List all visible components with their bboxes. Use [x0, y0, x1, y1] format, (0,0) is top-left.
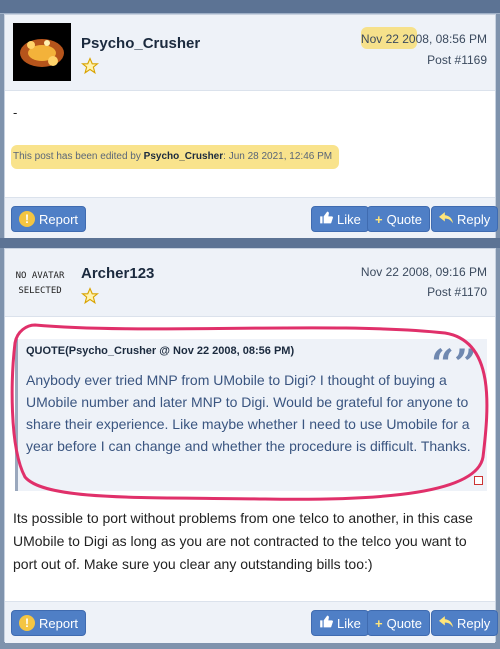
quote-label: Quote: [386, 211, 423, 227]
quote-label: Quote: [386, 615, 423, 631]
avatar[interactable]: [13, 23, 71, 81]
reply-text: Its possible to port without problems fr…: [13, 510, 473, 572]
thumbs-up-icon: [319, 615, 333, 631]
like-button[interactable]: Like: [311, 610, 369, 636]
like-label: Like: [337, 211, 361, 227]
edit-note-user[interactable]: Psycho_Crusher: [144, 151, 223, 162]
thumbs-up-icon: [319, 211, 333, 227]
post-header: Psycho_Crusher Nov 22 2008, 08:56 PM Pos…: [5, 15, 495, 91]
username[interactable]: Archer123: [81, 265, 154, 282]
post-date: Nov 22 2008, 09:16 PM: [360, 265, 487, 279]
reply-arrow-icon: [439, 615, 453, 631]
reply-arrow-icon: [439, 211, 453, 227]
avatar-text-line1: NO AVATAR: [15, 271, 65, 281]
post-divider: [0, 238, 500, 248]
quote-button[interactable]: + Quote: [367, 610, 431, 636]
star-icon: [80, 57, 100, 80]
post-footer: ! Report Like + Quote Reply: [5, 197, 499, 239]
plus-icon: +: [375, 211, 383, 227]
like-button[interactable]: Like: [311, 206, 369, 232]
username[interactable]: Psycho_Crusher: [81, 35, 200, 52]
edit-note-label: This post has been edited by: [13, 151, 141, 162]
reply-label: Reply: [457, 211, 491, 227]
edit-note: This post has been edited by Psycho_Crus…: [13, 151, 332, 162]
quote-button[interactable]: + Quote: [367, 206, 431, 232]
plus-icon: +: [375, 615, 383, 631]
post-1169: Psycho_Crusher Nov 22 2008, 08:56 PM Pos…: [4, 14, 499, 239]
post-number[interactable]: Post #1169: [427, 53, 487, 67]
post-header: NO AVATAR SELECTED Archer123 Nov 22 2008…: [5, 249, 495, 317]
annotation-circle: [10, 323, 489, 501]
report-label: Report: [39, 211, 79, 227]
post-footer: ! Report Like + Quote Reply: [5, 601, 499, 643]
exclamation-icon: !: [19, 615, 35, 631]
report-label: Report: [39, 615, 79, 631]
report-button[interactable]: ! Report: [11, 610, 87, 636]
reply-button[interactable]: Reply: [431, 610, 499, 636]
report-button[interactable]: ! Report: [11, 206, 87, 232]
like-label: Like: [337, 615, 361, 631]
reply-label: Reply: [457, 615, 491, 631]
avatar-image: [13, 23, 71, 81]
post-number[interactable]: Post #1170: [427, 285, 487, 299]
post-1170: NO AVATAR SELECTED Archer123 Nov 22 2008…: [4, 248, 499, 643]
top-bar: [0, 0, 500, 14]
star-icon: [80, 287, 100, 310]
edit-note-time: : Jun 28 2021, 12:46 PM: [223, 151, 333, 162]
avatar-placeholder[interactable]: NO AVATAR SELECTED: [15, 269, 65, 305]
page-frame: Psycho_Crusher Nov 22 2008, 08:56 PM Pos…: [0, 0, 500, 649]
reply-button[interactable]: Reply: [431, 206, 499, 232]
exclamation-icon: !: [19, 211, 35, 227]
post-body: -: [13, 105, 18, 120]
post-date: Nov 22 2008, 08:56 PM: [360, 32, 487, 46]
avatar-text-line2: SELECTED: [18, 286, 62, 296]
